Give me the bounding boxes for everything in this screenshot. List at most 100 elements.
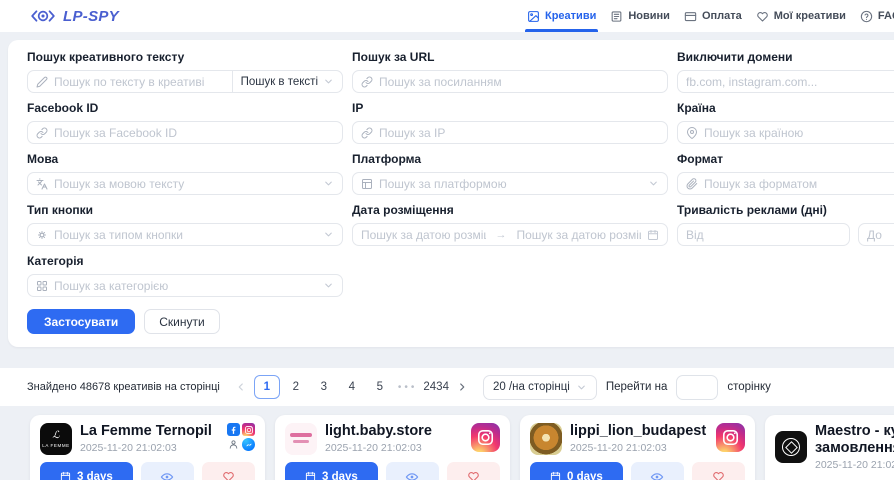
- nav-item-news[interactable]: Новини: [608, 0, 672, 32]
- duration-from-input[interactable]: [686, 228, 841, 242]
- placement-date-to-input[interactable]: [517, 228, 642, 242]
- reset-button[interactable]: Скинути: [144, 309, 219, 334]
- filter-platform: Платформа: [352, 150, 668, 195]
- filter-url: Пошук за URL: [352, 48, 668, 93]
- calendar-icon: [550, 471, 561, 480]
- exclude-domains-inputbox: [677, 70, 894, 93]
- button-type-select[interactable]: [27, 223, 343, 246]
- field-label: Країна: [677, 101, 894, 115]
- platform-select[interactable]: [352, 172, 668, 195]
- filter-category: Категорія: [27, 252, 343, 297]
- pagination-next-button[interactable]: [451, 381, 473, 393]
- ip-input[interactable]: [379, 126, 659, 140]
- card-title-line2: замовлення в Ужго: [815, 440, 894, 457]
- filter-button-type: Тип кнопки: [27, 201, 343, 246]
- facebook-id-inputbox: [27, 121, 343, 144]
- like-button[interactable]: [202, 462, 255, 480]
- text-search-mode-select[interactable]: Пошук в тексті: [232, 71, 334, 92]
- view-button[interactable]: [386, 462, 439, 480]
- pagination-page-3[interactable]: 3: [312, 375, 336, 399]
- category-select[interactable]: [27, 274, 343, 297]
- link-icon: [36, 127, 48, 139]
- brand-name: LP-SPY: [63, 8, 119, 25]
- like-button[interactable]: [692, 462, 745, 480]
- card-date: 2025-11-20 21:02:03: [570, 442, 708, 454]
- pagination-page-4[interactable]: 4: [340, 375, 364, 399]
- card-date: 2025-11-20 21:02:03: [325, 442, 463, 454]
- page-size-value: 20 /на сторінці: [493, 381, 570, 393]
- country-input[interactable]: [704, 126, 894, 140]
- days-button[interactable]: 3 days: [40, 462, 133, 480]
- nav-item-faq[interactable]: FAQ: [858, 0, 894, 32]
- calendar-icon: [647, 229, 659, 241]
- facebook-id-input[interactable]: [54, 126, 334, 140]
- creative-card[interactable]: ℒ LA FEMME La Femme Ternopil 2025-11-20 …: [30, 415, 265, 480]
- chevron-down-icon: [323, 178, 334, 189]
- avatar-caption: LA FEMME: [42, 443, 70, 448]
- field-label: Платформа: [352, 152, 668, 166]
- like-button[interactable]: [447, 462, 500, 480]
- filter-duration: Тривалість реклами (дні): [677, 201, 894, 246]
- pagination-prev-button[interactable]: [230, 381, 252, 393]
- nav-item-payment[interactable]: Оплата: [682, 0, 744, 32]
- card-date: 2025-11-20 21:02:03: [80, 442, 219, 454]
- placement-date-from-input[interactable]: [361, 228, 486, 242]
- creative-text-input[interactable]: [54, 75, 224, 89]
- creative-card[interactable]: Maestro - кухні, ме замовлення в Ужго 20…: [765, 415, 894, 480]
- button-type-input[interactable]: [54, 228, 317, 242]
- pagination-page-1[interactable]: 1: [254, 375, 280, 399]
- brand-logo[interactable]: LP-SPY: [30, 0, 119, 32]
- link-icon: [361, 76, 373, 88]
- grid-icon: [36, 280, 48, 292]
- pagination-last-page[interactable]: 2434: [423, 375, 449, 399]
- avatar[interactable]: ℒ LA FEMME: [40, 423, 72, 455]
- nav-item-creatives[interactable]: Креативи: [525, 0, 598, 32]
- calendar-icon: [60, 471, 71, 480]
- nav-label: Оплата: [702, 10, 742, 22]
- translate-icon: [36, 178, 48, 190]
- eye-icon: [160, 470, 174, 480]
- creative-text-inputbox: Пошук в тексті: [27, 70, 343, 93]
- days-label: 3 days: [77, 471, 113, 480]
- nav-label: FAQ: [878, 10, 894, 22]
- avatar[interactable]: [285, 423, 317, 455]
- goto-page-label: Перейти на: [606, 381, 668, 393]
- days-button[interactable]: 0 days: [530, 462, 623, 480]
- view-button[interactable]: [631, 462, 684, 480]
- platform-input[interactable]: [379, 177, 642, 191]
- duration-to-input[interactable]: [867, 228, 894, 242]
- view-button[interactable]: [141, 462, 194, 480]
- page-size-select[interactable]: 20 /на сторінці: [483, 375, 597, 400]
- country-inputbox: [677, 121, 894, 144]
- pagination-ellipsis[interactable]: •••: [398, 382, 418, 393]
- field-label: Тривалість реклами (дні): [677, 203, 894, 217]
- url-input[interactable]: [379, 75, 659, 89]
- audience-network-icon: [227, 438, 240, 451]
- avatar[interactable]: [530, 423, 562, 455]
- field-label: Формат: [677, 152, 894, 166]
- creative-card[interactable]: lippi_lion_budapest 2025-11-20 21:02:03 …: [520, 415, 755, 480]
- pagination-page-2[interactable]: 2: [284, 375, 308, 399]
- filter-format: Формат: [677, 150, 894, 195]
- goto-page-input[interactable]: [676, 375, 718, 400]
- apply-button[interactable]: Застосувати: [27, 309, 135, 334]
- language-select[interactable]: [27, 172, 343, 195]
- chevron-down-icon: [323, 76, 334, 87]
- pagination-page-5[interactable]: 5: [368, 375, 392, 399]
- app: LP-SPY Креативи Новини Оплата Мої креати…: [0, 0, 894, 32]
- format-input[interactable]: [704, 177, 894, 191]
- days-button[interactable]: 3 days: [285, 462, 378, 480]
- avatar[interactable]: [775, 431, 807, 463]
- eye-icon: [650, 470, 664, 480]
- creative-card[interactable]: light.baby.store 2025-11-20 21:02:03 3 d…: [275, 415, 510, 480]
- card-title: light.baby.store: [325, 423, 463, 440]
- card-title: lippi_lion_budapest: [570, 423, 708, 440]
- card-title: Maestro - кухні, ме: [815, 423, 894, 440]
- image-icon: [527, 10, 540, 23]
- chevron-down-icon: [323, 229, 334, 240]
- exclude-domains-input[interactable]: [686, 75, 894, 89]
- category-input[interactable]: [54, 279, 317, 293]
- nav-item-my-creatives[interactable]: Мої креативи: [754, 0, 848, 32]
- platform-icons: [716, 423, 745, 452]
- language-input[interactable]: [54, 177, 317, 191]
